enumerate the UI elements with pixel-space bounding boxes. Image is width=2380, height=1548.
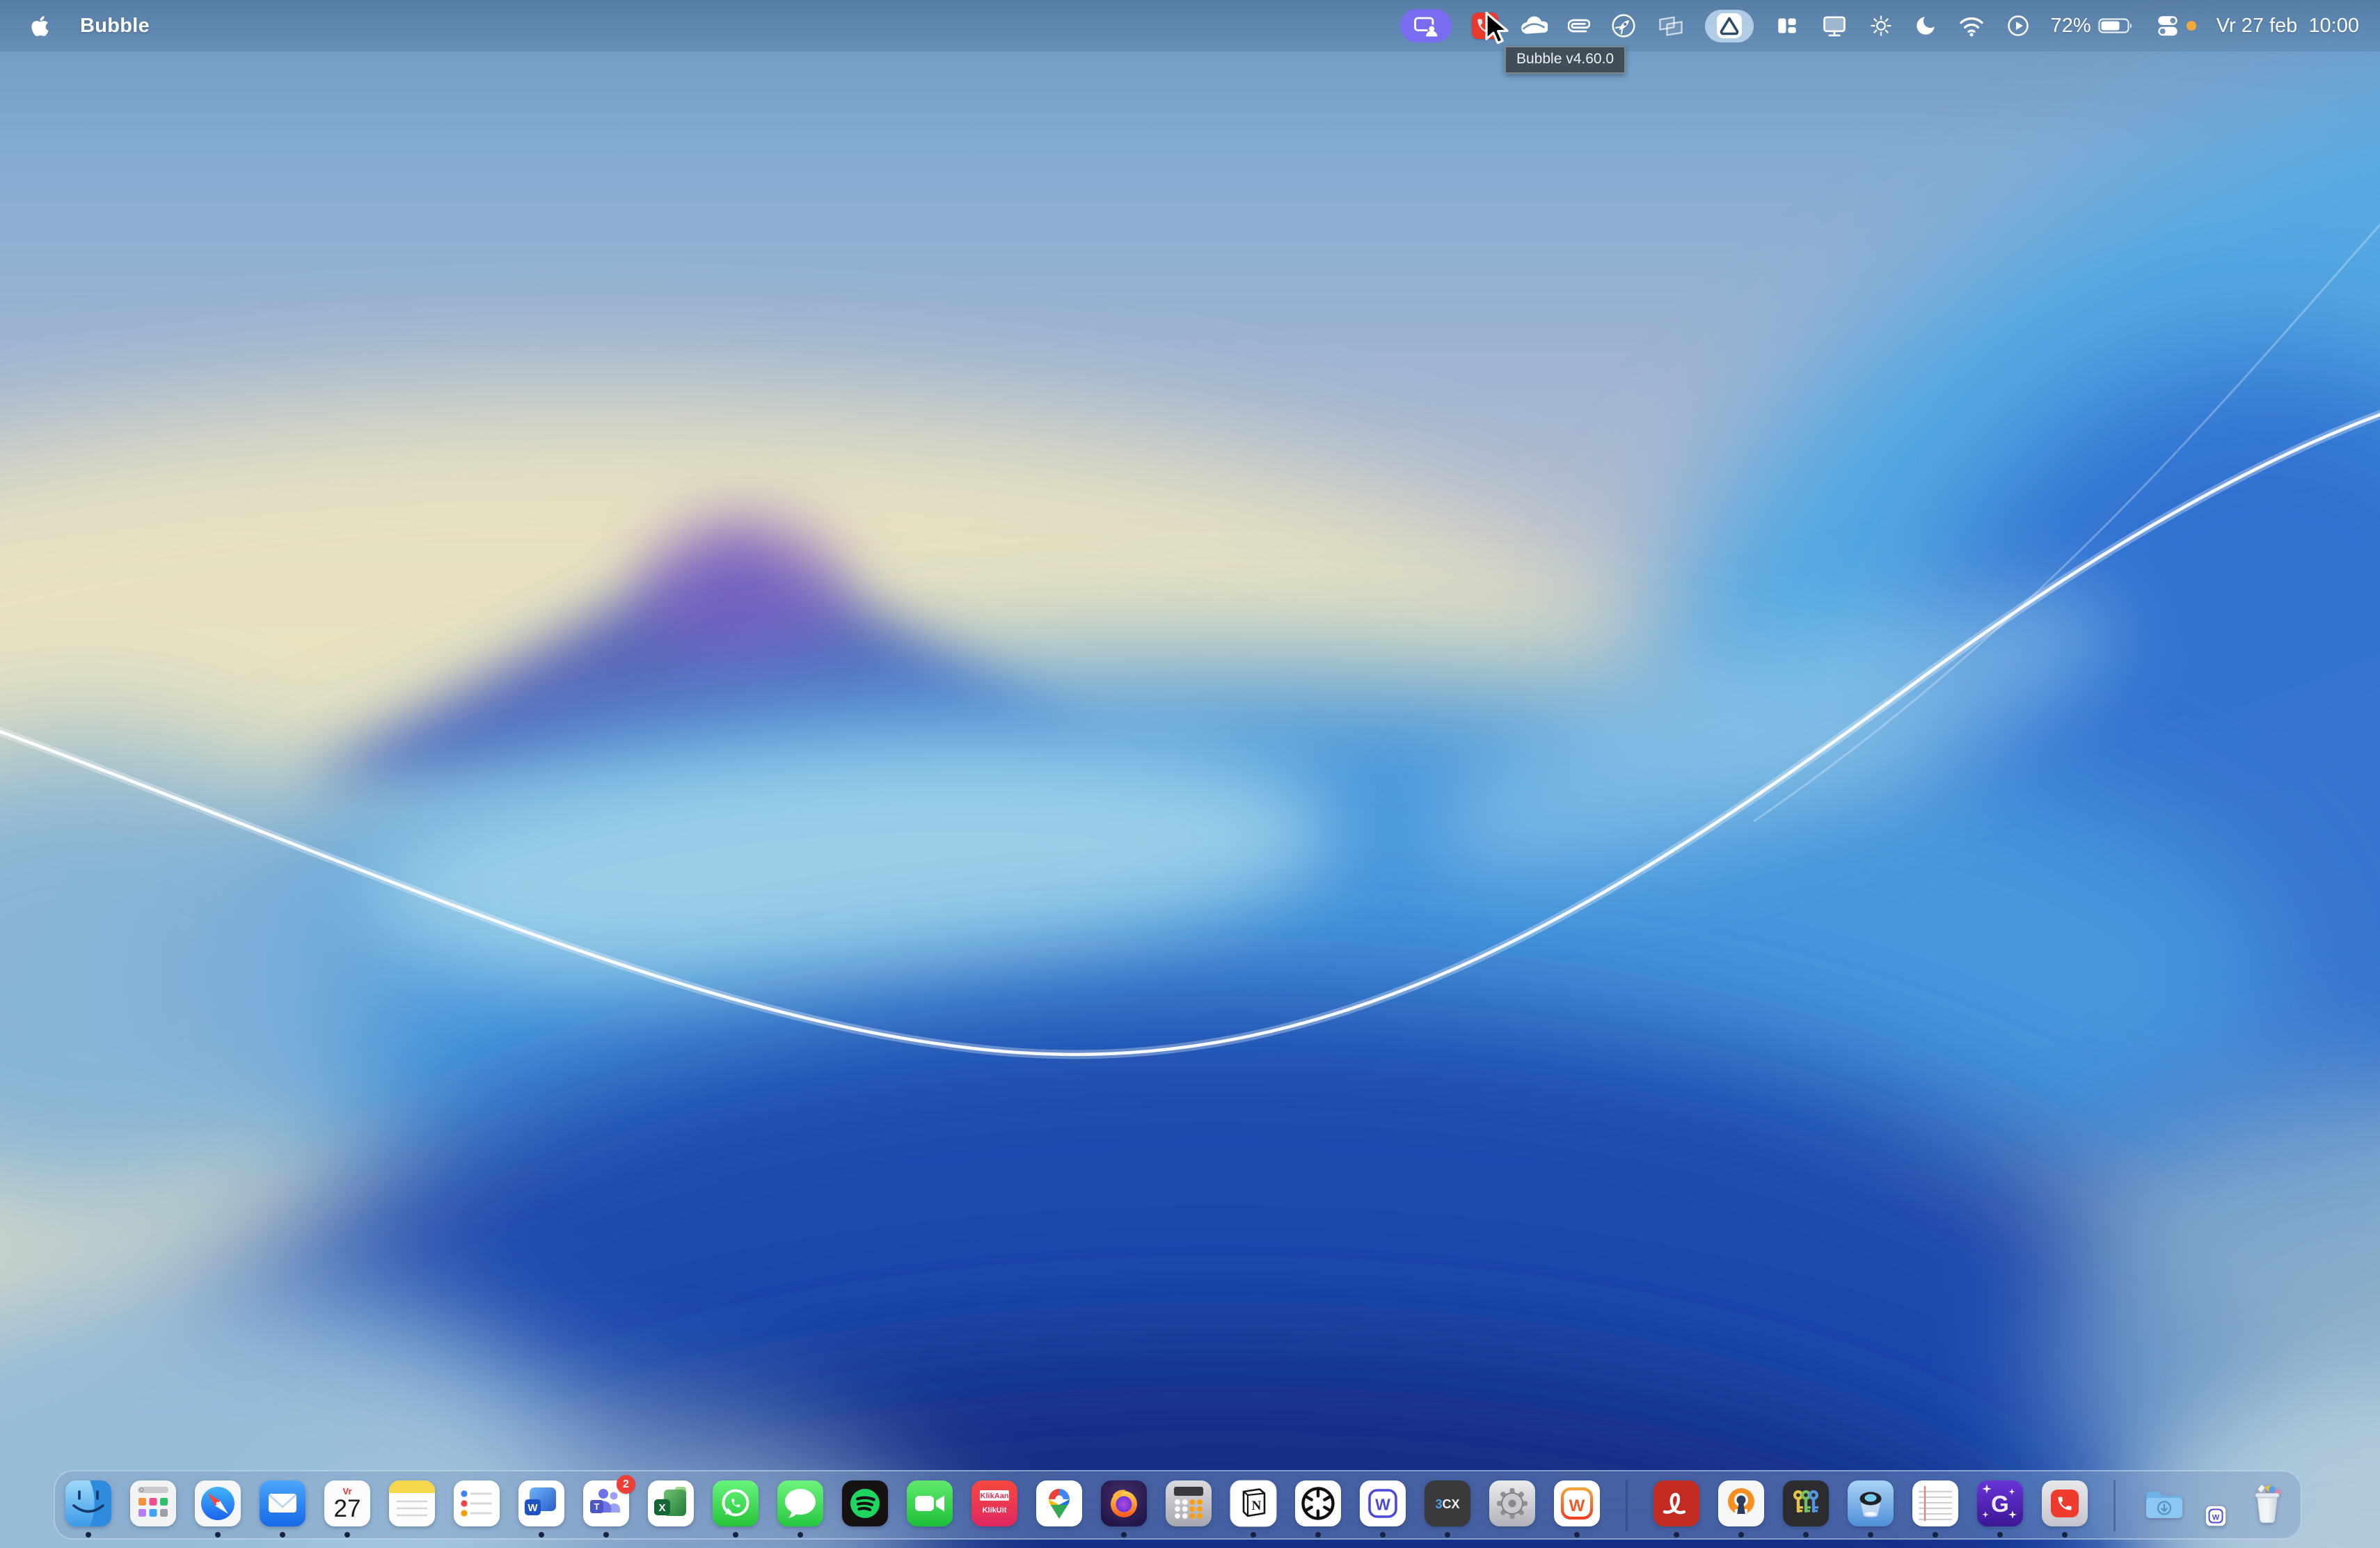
running-indicator-dot xyxy=(1803,1532,1809,1538)
dock-item-w-orange-app[interactable]: W xyxy=(1553,1480,1601,1527)
dock-item-facetime[interactable] xyxy=(906,1480,953,1527)
running-indicator-dot xyxy=(1868,1532,1873,1538)
status-battery-icon[interactable]: 72% xyxy=(2051,0,2134,52)
dock-item-magnifier-app[interactable] xyxy=(1847,1480,1894,1527)
dock-separator xyxy=(1626,1480,1628,1531)
svg-text:KlikAan: KlikAan xyxy=(981,1492,1009,1501)
running-indicator-dot xyxy=(280,1532,285,1538)
status-bubble-phone-icon[interactable] xyxy=(1472,0,1498,52)
dock-item-goblintools[interactable]: G xyxy=(1976,1480,2024,1527)
dock-item-teams[interactable]: T2 xyxy=(582,1480,630,1527)
svg-text:3CX: 3CX xyxy=(1435,1497,1459,1511)
running-indicator-dot xyxy=(1315,1532,1321,1538)
dock-item-word[interactable]: W xyxy=(518,1480,565,1527)
running-indicator-dot xyxy=(733,1532,738,1538)
running-indicator-dot xyxy=(2062,1532,2068,1538)
status-screen-sharing-icon[interactable] xyxy=(1400,0,1452,52)
dock-item-reminders[interactable] xyxy=(453,1480,500,1527)
menubar: Bubble 72% Vr 27 feb 10:00 xyxy=(0,0,2380,52)
svg-text:N: N xyxy=(1252,1499,1262,1513)
desktop-wallpaper xyxy=(0,0,2380,1548)
svg-text:KlikUit: KlikUit xyxy=(983,1506,1007,1515)
apple-menu-icon[interactable] xyxy=(31,15,49,38)
running-indicator-dot xyxy=(603,1532,609,1538)
dock-item-safari[interactable] xyxy=(194,1480,241,1527)
dock-item-google-maps[interactable] xyxy=(1036,1480,1083,1527)
status-window-tiling-icon[interactable] xyxy=(1774,0,1800,52)
status-paperclip-icon[interactable] xyxy=(1568,0,1590,52)
dock-item-notes[interactable] xyxy=(388,1480,436,1527)
svg-text:T: T xyxy=(594,1501,600,1512)
running-indicator-dot xyxy=(1738,1532,1744,1538)
menubar-left: Bubble xyxy=(0,15,150,38)
running-indicator-dot xyxy=(344,1532,350,1538)
dock-item-system-settings[interactable] xyxy=(1489,1480,1536,1527)
tooltip-bubble-version: Bubble v4.60.0 xyxy=(1505,46,1626,74)
running-indicator-dot xyxy=(1251,1532,1256,1538)
status-triangle-app-icon[interactable] xyxy=(1705,0,1754,52)
dock-separator xyxy=(2113,1480,2116,1531)
dock-item-calculator[interactable] xyxy=(1165,1480,1212,1527)
active-app-menu[interactable]: Bubble xyxy=(80,15,150,38)
dock-item-finder[interactable] xyxy=(65,1480,112,1527)
dock-item-keepassxc[interactable] xyxy=(1782,1480,1830,1527)
svg-text:27: 27 xyxy=(334,1495,361,1522)
dock-item-w-app[interactable]: W xyxy=(1359,1480,1406,1527)
status-brightness-icon[interactable] xyxy=(1869,0,1894,52)
dock-item-whatsapp[interactable] xyxy=(712,1480,759,1527)
status-clock-icon[interactable]: Vr 27 feb 10:00 xyxy=(2216,0,2359,52)
running-indicator-dot xyxy=(1445,1532,1450,1538)
recording-indicator-dot xyxy=(2187,21,2196,31)
dock-item-klikaanklikuit[interactable]: KlikAan KlikUit xyxy=(971,1480,1018,1527)
running-indicator-dot xyxy=(539,1532,544,1538)
status-wifi-icon[interactable] xyxy=(1958,0,1985,52)
battery-percent: 72% xyxy=(2051,15,2091,38)
running-indicator-dot xyxy=(1674,1532,1679,1538)
running-indicator-dot xyxy=(215,1532,221,1538)
dock-item-textedit[interactable] xyxy=(1912,1480,1959,1527)
svg-text:X: X xyxy=(658,1502,665,1514)
running-indicator-dot xyxy=(1997,1532,2003,1538)
dock-item-mail[interactable] xyxy=(259,1480,306,1527)
status-rocket-launcher-icon[interactable] xyxy=(1610,0,1637,52)
dock: Vr27WT2XKlikAanKlikUitNW3CXWGW xyxy=(54,1470,2302,1540)
dock-item-phone-app[interactable] xyxy=(2041,1480,2088,1527)
dock-item-acrobat[interactable] xyxy=(1653,1480,1700,1527)
svg-text:G: G xyxy=(1991,1491,2009,1517)
status-window-layers-icon[interactable] xyxy=(1657,0,1685,52)
dock-item-chatgpt[interactable] xyxy=(1294,1480,1342,1527)
dock-item-calendar[interactable]: Vr27 xyxy=(324,1480,371,1527)
running-indicator-dot xyxy=(1121,1532,1127,1538)
dock-item-messages[interactable] xyxy=(777,1480,824,1527)
running-indicator-dot xyxy=(1380,1532,1386,1538)
status-focus-moon-icon[interactable] xyxy=(1914,0,1937,52)
dock-item-downloads-folder[interactable] xyxy=(2141,1480,2188,1527)
svg-text:W: W xyxy=(527,1502,538,1514)
menubar-status: 72% Vr 27 feb 10:00 xyxy=(1400,0,2380,52)
svg-text:W: W xyxy=(2212,1514,2220,1522)
running-indicator-dot xyxy=(798,1532,803,1538)
running-indicator-dot xyxy=(1574,1532,1580,1538)
dock-item-spotify[interactable] xyxy=(841,1480,889,1527)
status-control-center-icon[interactable] xyxy=(2155,0,2196,52)
dock-item-notion[interactable]: N xyxy=(1230,1480,1277,1527)
running-indicator-dot xyxy=(1933,1532,1938,1538)
dock-item-excel[interactable]: X xyxy=(647,1480,695,1527)
dock-item-openvpn[interactable] xyxy=(1717,1480,1765,1527)
dock-item-launchpad[interactable] xyxy=(129,1480,177,1527)
dock-item-threecx[interactable]: 3CX xyxy=(1424,1480,1471,1527)
svg-text:W: W xyxy=(1569,1496,1585,1515)
status-cloud-sync-icon[interactable] xyxy=(1518,0,1548,52)
dock-item-trash[interactable] xyxy=(2244,1480,2291,1527)
status-display-icon[interactable] xyxy=(1820,0,1848,52)
notification-badge: 2 xyxy=(617,1475,635,1494)
svg-text:W: W xyxy=(1375,1496,1390,1514)
status-now-playing-icon[interactable] xyxy=(2006,0,2031,52)
dock-item-firefox[interactable] xyxy=(1100,1480,1148,1527)
dock-item-minimized-window[interactable]: W xyxy=(2205,1506,2226,1526)
menubar-clock: Vr 27 feb 10:00 xyxy=(2216,15,2359,38)
running-indicator-dot xyxy=(86,1532,91,1538)
